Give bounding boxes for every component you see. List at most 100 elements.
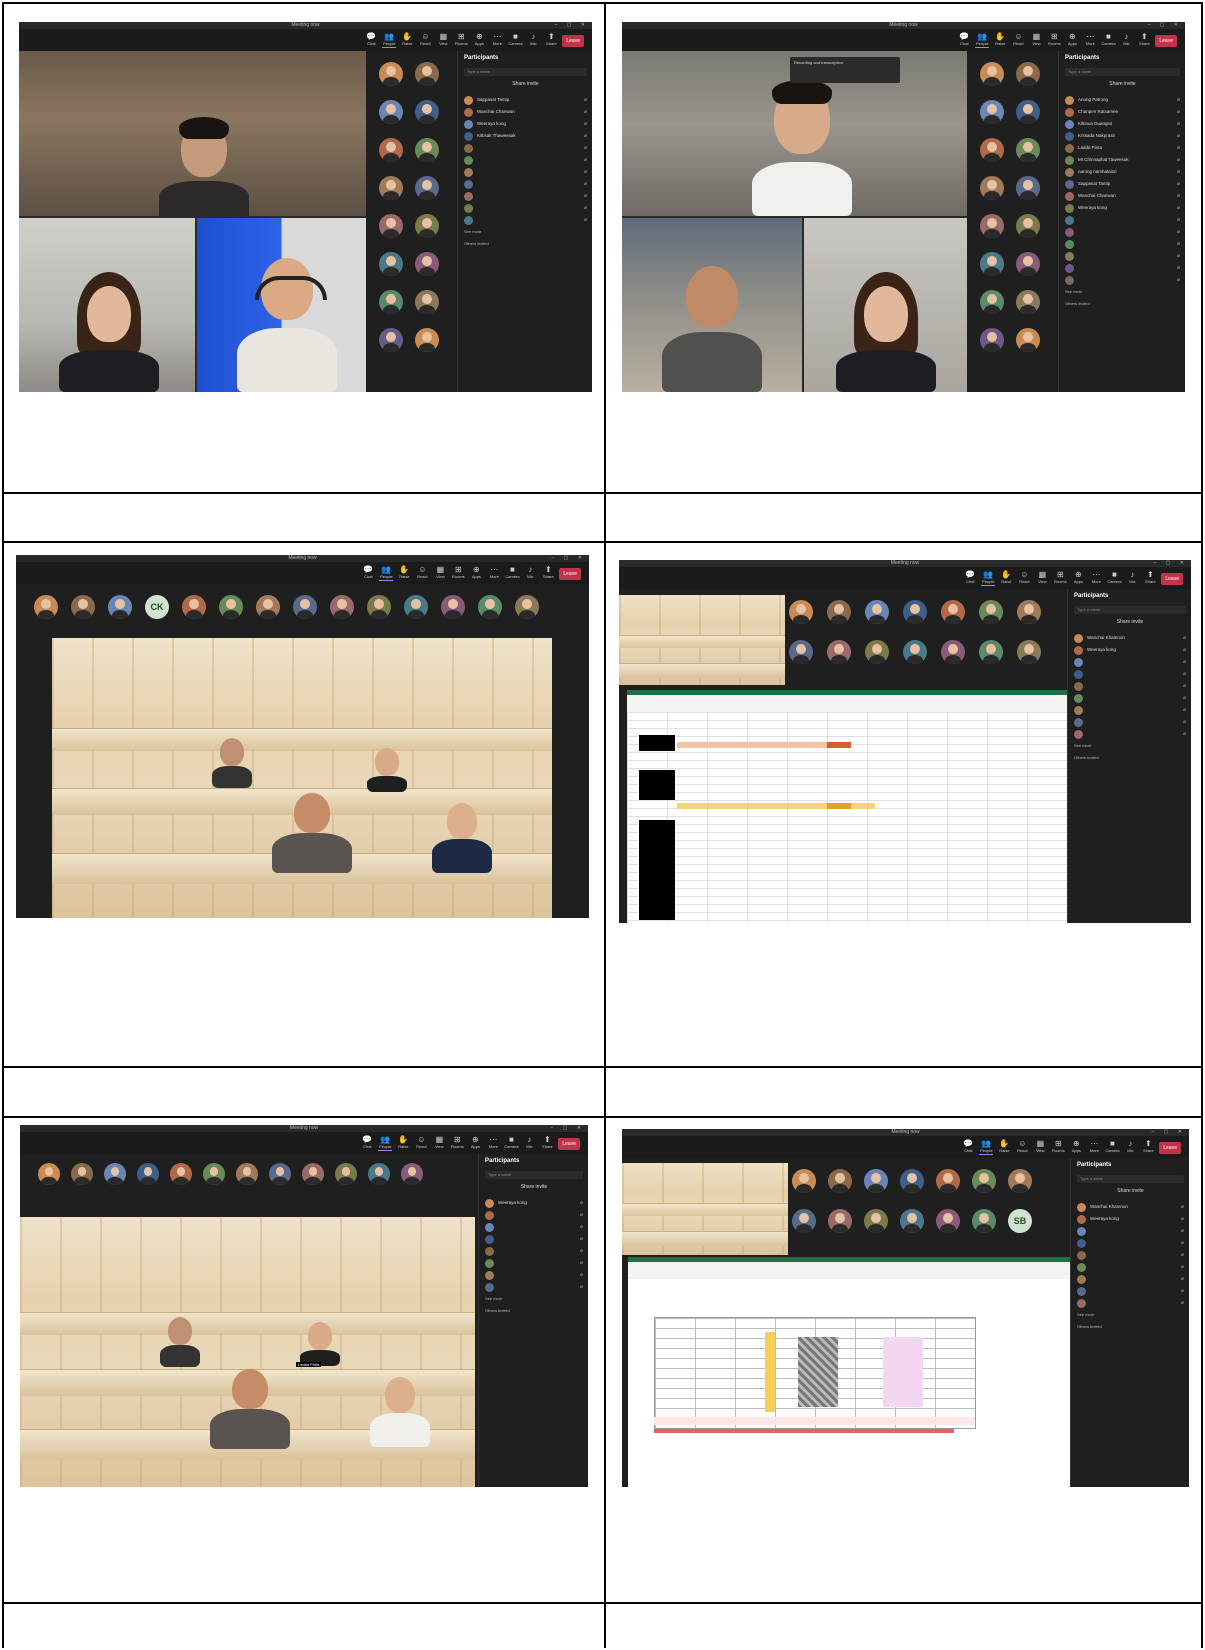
toolbar-react-button[interactable]: ☺ React [415, 565, 429, 580]
avatar[interactable] [980, 252, 1004, 276]
toolbar-rooms-button[interactable]: ⊞ Rooms [1047, 32, 1061, 47]
toolbar-camera-button[interactable]: ■ Camera [1107, 570, 1121, 585]
toolbar-people-button[interactable]: 👥 People [975, 32, 990, 48]
participant-row[interactable]: ⌀ [1077, 1262, 1184, 1274]
participant-row[interactable]: ⌀ [1077, 1226, 1184, 1238]
avatar[interactable] [900, 1169, 924, 1193]
toolbar-share-button[interactable]: ⬆ Share [1143, 570, 1157, 585]
avatar[interactable] [219, 595, 243, 619]
avatar[interactable] [903, 640, 927, 664]
toolbar-chat-button[interactable]: 💬 Chat [364, 32, 378, 47]
window-controls[interactable]: – ▢ ✕ [551, 1125, 585, 1132]
avatar[interactable] [980, 62, 1004, 86]
participants-search-input[interactable]: Type a name [485, 1171, 583, 1179]
avatar[interactable] [379, 138, 403, 162]
participant-row[interactable]: ⌀ [464, 203, 587, 215]
avatar[interactable] [941, 640, 965, 664]
see-more-link[interactable]: See more [1077, 1312, 1094, 1317]
avatar[interactable]: SB [1008, 1209, 1032, 1233]
avatar[interactable] [1016, 176, 1040, 200]
leave-button[interactable]: Leave [1161, 573, 1183, 585]
toolbar-react-button[interactable]: ☺ React [1015, 1139, 1029, 1154]
participant-row[interactable]: ⌀ [1065, 239, 1180, 251]
toolbar-chat-button[interactable]: 💬 Chat [360, 1135, 374, 1150]
leave-button[interactable]: Leave [1155, 35, 1177, 47]
toolbar-rooms-button[interactable]: ⊞ Rooms [454, 32, 468, 47]
participant-row[interactable]: ⌀ [485, 1234, 583, 1246]
toolbar-share-button[interactable]: ⬆ Share [1137, 32, 1151, 47]
leave-button[interactable]: Leave [562, 35, 584, 47]
participant-row[interactable]: Weeraya kong ⌀ [464, 119, 587, 131]
toolbar-chat-button[interactable]: 💬 Chat [957, 32, 971, 47]
avatar[interactable] [980, 176, 1004, 200]
participant-row[interactable]: ⌀ [1074, 657, 1186, 669]
participants-search-input[interactable]: Type a name [1074, 606, 1186, 614]
toolbar-apps-button[interactable]: ⊕ Apps [1065, 32, 1079, 47]
window-controls[interactable]: – ▢ ✕ [552, 555, 586, 562]
participant-row[interactable]: ⌀ [1065, 275, 1180, 287]
leave-button[interactable]: Leave [558, 1138, 580, 1150]
participants-search-input[interactable]: Type a name [1065, 68, 1180, 76]
avatar[interactable] [379, 252, 403, 276]
participant-row[interactable]: Kritsada Nakprasit ⌀ [1065, 131, 1180, 143]
toolbar-rooms-button[interactable]: ⊞ Rooms [1051, 1139, 1065, 1154]
participant-row[interactable]: ⌀ [464, 143, 587, 155]
participant-row[interactable]: ⌀ [1065, 251, 1180, 263]
avatar[interactable] [108, 595, 132, 619]
toolbar-view-button[interactable]: ▦ View [1033, 1139, 1047, 1154]
participants-search-input[interactable]: Type a name [1077, 1175, 1184, 1183]
toolbar-camera-button[interactable]: ■ Camera [504, 1135, 518, 1150]
participant-row[interactable]: Ladda Pinta ⌀ [1065, 143, 1180, 155]
participant-row[interactable]: ⌀ [1074, 681, 1186, 693]
avatar[interactable] [379, 290, 403, 314]
avatar[interactable] [1017, 640, 1041, 664]
avatar[interactable] [864, 1209, 888, 1233]
avatar[interactable] [936, 1209, 960, 1233]
participant-row[interactable]: Anong Patrong ⌀ [1065, 95, 1180, 107]
share-invite-button[interactable]: Share invite [1071, 1188, 1189, 1194]
avatar[interactable] [404, 595, 428, 619]
window-controls[interactable]: – ▢ ✕ [1154, 560, 1188, 567]
toolbar-people-button[interactable]: 👥 People [378, 1135, 393, 1151]
participant-row[interactable]: ⌀ [464, 215, 587, 227]
avatar[interactable] [137, 1163, 159, 1185]
toolbar-apps-button[interactable]: ⊕ Apps [468, 1135, 482, 1150]
participant-row[interactable]: ⌀ [485, 1222, 583, 1234]
avatar[interactable] [293, 595, 317, 619]
toolbar-react-button[interactable]: ☺ React [418, 32, 432, 47]
participant-row[interactable]: Weeraya kong ⌀ [1077, 1214, 1184, 1226]
participants-search-input[interactable]: Type a name [464, 68, 587, 76]
participant-row[interactable]: ⌀ [464, 155, 587, 167]
see-more-link[interactable]: See more [1074, 743, 1091, 748]
avatar[interactable] [1016, 290, 1040, 314]
participant-row[interactable]: Sappasat Tantip ⌀ [464, 95, 587, 107]
avatar[interactable] [401, 1163, 423, 1185]
avatar[interactable] [335, 1163, 357, 1185]
leave-button[interactable]: Leave [1159, 1142, 1181, 1154]
participant-row[interactable]: narong namhataisri ⌀ [1065, 167, 1180, 179]
avatar[interactable] [182, 595, 206, 619]
participant-row[interactable]: ⌀ [464, 191, 587, 203]
toolbar-more-button[interactable]: ⋯ More [486, 1135, 500, 1150]
participant-row[interactable]: Mr.Chinnaphat Taweesuk ⌀ [1065, 155, 1180, 167]
participant-row[interactable]: Weeraya kong ⌀ [1065, 203, 1180, 215]
toolbar-raise-hand-button[interactable]: ✋ Raise [999, 570, 1013, 585]
avatar[interactable] [379, 328, 403, 352]
participant-row[interactable]: Wanchai Chanwan ⌀ [1065, 191, 1180, 203]
participant-row[interactable]: Weeraya kong ⌀ [1074, 645, 1186, 657]
toolbar-view-button[interactable]: ▦ View [1029, 32, 1043, 47]
participant-row[interactable]: ⌀ [485, 1210, 583, 1222]
avatar[interactable] [789, 600, 813, 624]
toolbar-share-button[interactable]: ⬆ Share [544, 32, 558, 47]
avatar[interactable] [864, 1169, 888, 1193]
participant-row[interactable]: ⌀ [1074, 705, 1186, 717]
participant-row[interactable]: ⌀ [1077, 1286, 1184, 1298]
toolbar-mic-button[interactable]: ♪ Mic [522, 1135, 536, 1150]
participant-row[interactable]: ⌀ [1077, 1250, 1184, 1262]
share-invite-button[interactable]: Share invite [458, 81, 592, 87]
toolbar-rooms-button[interactable]: ⊞ Rooms [450, 1135, 464, 1150]
toolbar-view-button[interactable]: ▦ View [433, 565, 447, 580]
avatar[interactable] [789, 640, 813, 664]
avatar[interactable] [236, 1163, 258, 1185]
avatar[interactable] [1017, 600, 1041, 624]
